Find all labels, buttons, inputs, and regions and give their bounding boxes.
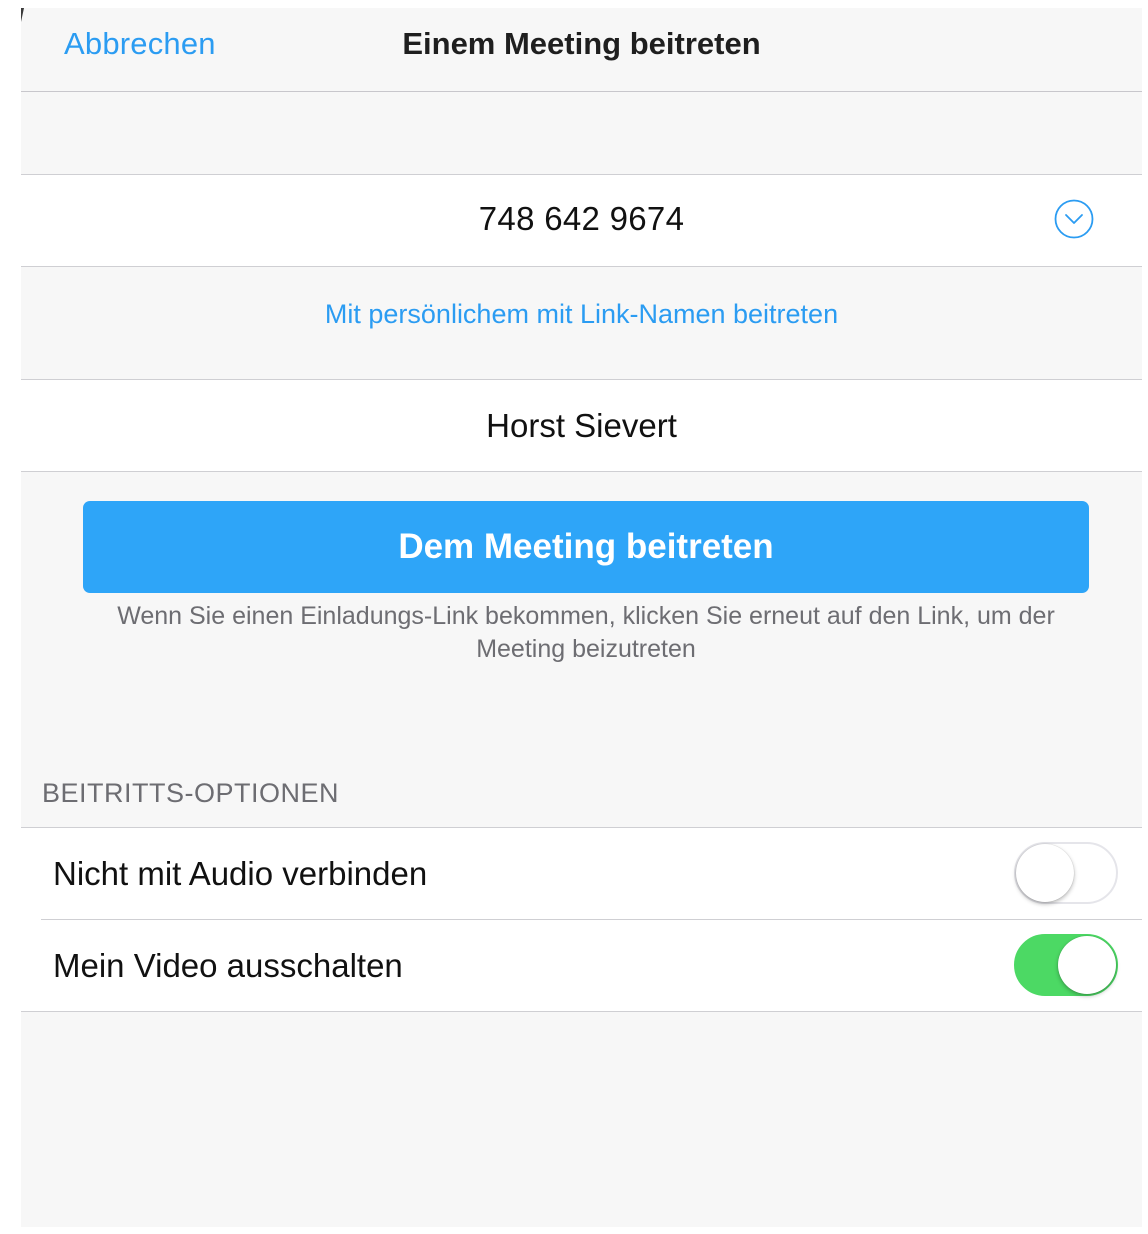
display-name-field[interactable]: Horst Sievert <box>21 380 1142 471</box>
join-meeting-button[interactable]: Dem Meeting beitreten <box>83 501 1089 593</box>
meeting-id-value: 748 642 9674 <box>478 200 685 237</box>
page-title: Einem Meeting beitreten <box>402 26 761 61</box>
meeting-id-field[interactable]: 748 642 9674 <box>21 175 1142 266</box>
video-off-toggle[interactable] <box>1014 934 1118 996</box>
toggle-knob <box>1016 844 1074 902</box>
no-audio-toggle[interactable] <box>1014 842 1118 904</box>
join-meeting-screen: Abbrechen Einem Meeting beitreten 748 64… <box>21 8 1142 1227</box>
display-name-value: Horst Sievert <box>486 407 677 444</box>
divider <box>21 1011 1142 1012</box>
divider <box>21 266 1142 267</box>
chevron-down-circle-icon[interactable] <box>1054 199 1094 239</box>
option-video-off: Mein Video ausschalten <box>21 920 1142 1011</box>
option-label: Mein Video ausschalten <box>53 947 403 984</box>
option-no-audio: Nicht mit Audio verbinden <box>21 828 1142 920</box>
toggle-knob <box>1058 936 1116 994</box>
invite-link-hint: Wenn Sie einen Einladungs-Link bekommen,… <box>117 602 1055 663</box>
join-options-header: BEITRITTS-OPTIONEN <box>42 778 340 808</box>
corner-mark <box>21 8 24 22</box>
join-options-list: Nicht mit Audio verbinden Mein Video aus… <box>21 828 1142 1011</box>
join-with-link-name-link[interactable]: Mit persönlichem mit Link-Namen beitrete… <box>21 299 1142 330</box>
navigation-bar: Abbrechen Einem Meeting beitreten <box>21 8 1142 92</box>
divider <box>21 471 1142 472</box>
option-label: Nicht mit Audio verbinden <box>53 855 428 892</box>
